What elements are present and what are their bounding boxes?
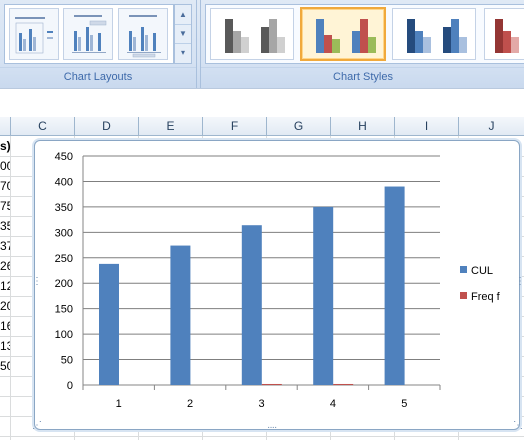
formula-area bbox=[0, 88, 524, 117]
cell-b[interactable]: 16 bbox=[0, 316, 10, 336]
y-tick-label: 250 bbox=[55, 253, 73, 265]
down-arrow-icon[interactable]: ▼ bbox=[175, 24, 191, 44]
column-header-j[interactable]: J bbox=[459, 117, 524, 135]
more-icon[interactable]: ▾ bbox=[175, 43, 191, 62]
legend-entry: CUL bbox=[471, 265, 493, 277]
cell-b[interactable]: 37 bbox=[0, 236, 10, 256]
bar-cul bbox=[313, 206, 334, 385]
bar-cul bbox=[170, 245, 191, 385]
resize-handle-corner-left[interactable]: ⋰ bbox=[32, 421, 42, 431]
resize-handle-left[interactable]: ⋮ bbox=[32, 277, 42, 287]
column-header-h[interactable]: H bbox=[331, 117, 395, 135]
chart-layout-3-thumbnail[interactable] bbox=[118, 8, 168, 60]
resize-handle-corner-right[interactable]: ⋱ bbox=[513, 421, 523, 431]
ribbon: ▲ ▼ ▾ Chart Layouts Chart Styles bbox=[0, 0, 524, 88]
legend-swatch bbox=[460, 292, 467, 299]
x-tick-label: 2 bbox=[187, 398, 193, 410]
y-tick-label: 0 bbox=[67, 380, 73, 392]
x-tick-label: 5 bbox=[401, 398, 407, 410]
chart-layout-1-thumbnail[interactable] bbox=[9, 8, 59, 60]
x-tick-label: 3 bbox=[258, 398, 264, 410]
chart-styles-label: Chart Styles bbox=[201, 67, 524, 86]
y-tick-label: 100 bbox=[55, 329, 73, 341]
chart-styles-gallery bbox=[205, 4, 524, 64]
cell-b[interactable]: 12 bbox=[0, 276, 10, 296]
chart-layout-2-thumbnail[interactable] bbox=[63, 8, 113, 60]
cell-b[interactable]: 70 bbox=[0, 176, 10, 196]
x-tick-label: 4 bbox=[330, 398, 336, 410]
bar-cul bbox=[384, 186, 405, 385]
chart-style-3-thumbnail[interactable] bbox=[392, 8, 476, 60]
column-header-c[interactable]: C bbox=[11, 117, 75, 135]
bar-cul bbox=[99, 263, 119, 385]
resize-handle-bottom[interactable]: ···· bbox=[267, 423, 277, 433]
chart-layouts-group: ▲ ▼ ▾ Chart Layouts bbox=[0, 0, 197, 88]
column-header-g[interactable]: G bbox=[267, 117, 331, 135]
cell-b[interactable]: 50 bbox=[0, 356, 10, 376]
cell-b[interactable]: 35 bbox=[0, 216, 10, 236]
chart-layouts-scroll: ▲ ▼ ▾ bbox=[174, 4, 192, 64]
cell-b[interactable]: 26 bbox=[0, 256, 10, 276]
y-tick-label: 350 bbox=[55, 202, 73, 214]
column-headers: C D E F G H I J bbox=[0, 117, 524, 136]
chart-layouts-gallery bbox=[4, 4, 174, 64]
column-chart: 0 50 100 150 200 250 300 350 400 450 1 2 3 4 5 CUL Freq … bbox=[55, 151, 501, 410]
cell-b[interactable]: 75 bbox=[0, 196, 10, 216]
y-tick-label: 300 bbox=[55, 227, 73, 239]
y-tick-label: 200 bbox=[55, 278, 73, 290]
column-header-b[interactable] bbox=[0, 117, 11, 135]
column-header-f[interactable]: F bbox=[203, 117, 267, 135]
y-tick-label: 400 bbox=[55, 176, 73, 188]
up-arrow-icon[interactable]: ▲ bbox=[175, 5, 191, 25]
chart-styles-group: Chart Styles bbox=[200, 0, 524, 88]
chart-style-4-thumbnail[interactable] bbox=[484, 8, 524, 60]
chart-area[interactable]: 0 50 100 150 200 250 300 350 400 450 1 2 3 4 5 CUL Freq … bbox=[32, 140, 524, 433]
bar-freq-f bbox=[261, 383, 282, 385]
legend-swatch bbox=[460, 266, 467, 273]
column-header-i[interactable]: I bbox=[395, 117, 459, 135]
chart-style-1-thumbnail[interactable] bbox=[210, 8, 294, 60]
cell-b[interactable]: 20 bbox=[0, 296, 10, 316]
bar-freq-f bbox=[333, 383, 354, 385]
grid-line bbox=[0, 436, 524, 437]
cell-b[interactable]: 00 bbox=[0, 156, 10, 176]
cell-b-header[interactable]: s) bbox=[0, 136, 10, 156]
resize-handle-right[interactable]: ⋮ bbox=[515, 277, 524, 287]
chart-style-2-thumbnail[interactable] bbox=[300, 7, 386, 61]
column-header-d[interactable]: D bbox=[75, 117, 139, 135]
y-tick-label: 150 bbox=[55, 304, 73, 316]
legend-entry: Freq f bbox=[471, 291, 501, 303]
column-header-e[interactable]: E bbox=[139, 117, 203, 135]
cell-b[interactable]: 13 bbox=[0, 336, 10, 356]
x-tick-label: 1 bbox=[116, 398, 122, 410]
grid-line bbox=[10, 136, 11, 440]
y-tick-label: 50 bbox=[61, 355, 73, 367]
y-tick-label: 450 bbox=[55, 151, 73, 163]
chart-layouts-label: Chart Layouts bbox=[0, 67, 196, 86]
bar-cul bbox=[241, 225, 262, 385]
